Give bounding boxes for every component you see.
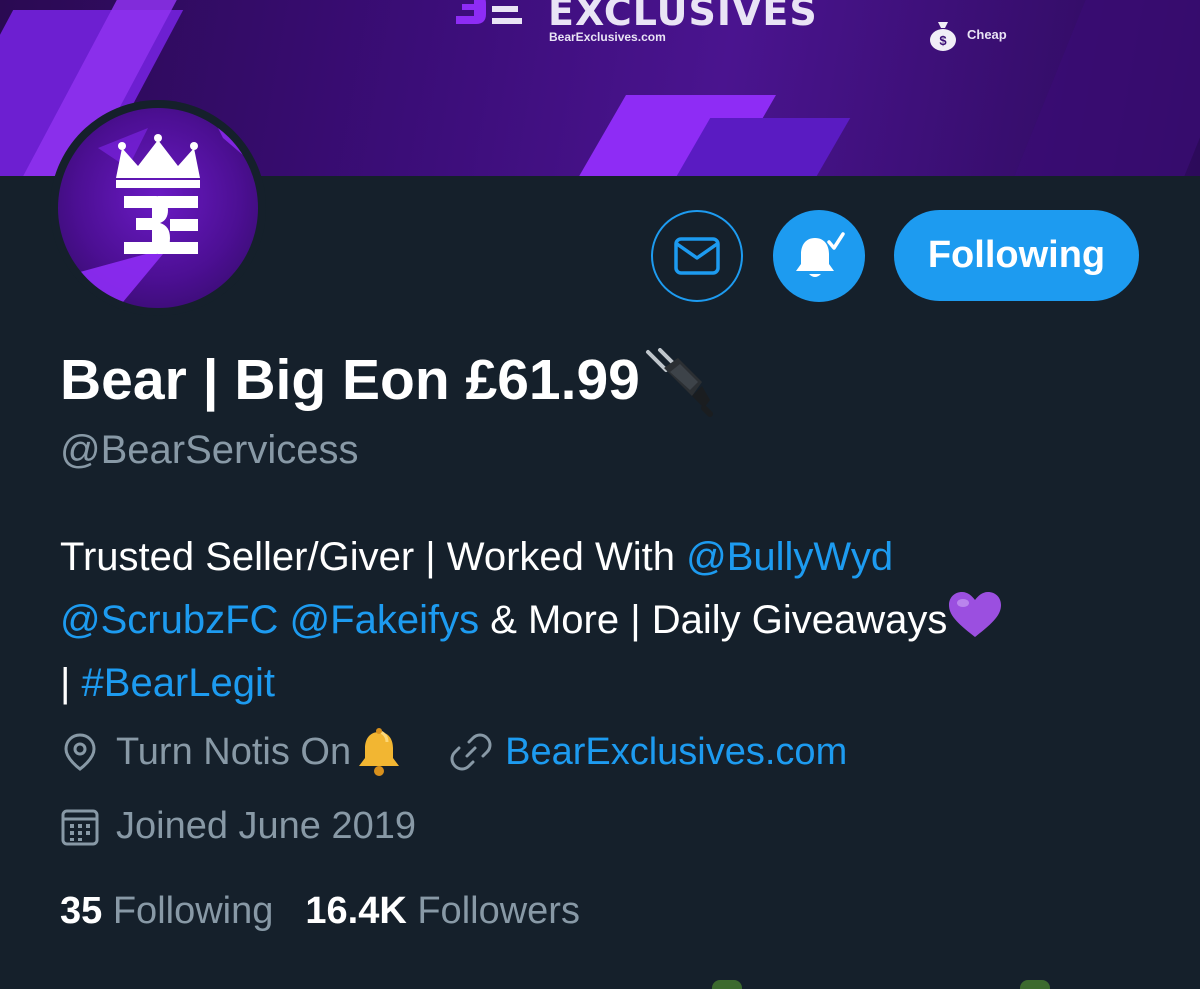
avatar-logo-icon (58, 108, 258, 308)
bell-check-icon (796, 232, 845, 277)
link-icon (450, 733, 492, 771)
profile-meta-row: Turn Notis On BearExclusives.com (60, 726, 847, 778)
bio-mention-link[interactable]: @Fakeifys (290, 598, 480, 642)
bio-text: | (60, 661, 82, 705)
profile-handle: @BearServicess (60, 428, 359, 472)
profile-bio: Trusted Seller/Giver | Worked With @Bull… (60, 526, 1150, 715)
profile-location: Turn Notis On (116, 730, 352, 773)
plug-icon (645, 348, 713, 417)
avatar[interactable] (50, 100, 266, 316)
profile-stats: 35 Following 16.4K Followers (60, 890, 580, 933)
avatar-image (58, 108, 258, 308)
partial-emoji (1020, 980, 1050, 989)
profile-website-link[interactable]: BearExclusives.com (505, 731, 847, 774)
banner-logo-icon (456, 0, 522, 24)
calendar-icon (61, 809, 99, 845)
profile-joined-date: Joined June 2019 (116, 805, 417, 847)
purple-heart-icon (949, 592, 1002, 637)
banner-shape (1014, 0, 1200, 176)
partial-emoji (712, 980, 742, 989)
following-count: 35 (60, 890, 103, 932)
banner-title: EXCLUSIVES (548, 0, 818, 34)
followers-stat[interactable]: 16.4K Followers (305, 890, 580, 932)
svg-text:$: $ (939, 33, 947, 48)
following-stat[interactable]: 35 Following (60, 890, 273, 932)
following-button[interactable]: Following (894, 210, 1139, 301)
money-bag-icon: $ (930, 22, 956, 51)
bio-mention-link[interactable]: @BullyWyd (686, 535, 893, 579)
banner-cheap-label: Cheap (967, 27, 1007, 42)
following-label: Following (112, 890, 274, 932)
bio-mention-link[interactable]: @ScrubzFC (60, 598, 278, 642)
envelope-icon (674, 237, 720, 275)
followers-label: Followers (417, 890, 580, 932)
bio-hashtag-link[interactable]: #BearLegit (82, 661, 275, 705)
message-button[interactable] (651, 210, 743, 302)
followers-count: 16.4K (305, 890, 407, 932)
location-pin-icon (64, 733, 96, 771)
bio-text (278, 598, 289, 642)
bio-text: & More | Daily Giveaways (479, 598, 948, 642)
bell-icon (359, 728, 400, 776)
banner-url: BearExclusives.com (549, 30, 666, 44)
display-name: Bear | Big Eon £61.99 (60, 342, 714, 418)
notifications-button[interactable] (773, 210, 865, 302)
profile-joined-row: Joined June 2019 (60, 805, 416, 848)
display-name-text: Bear | Big Eon £61.99 (60, 348, 640, 412)
bio-text: Trusted Seller/Giver | Worked With (60, 535, 687, 579)
